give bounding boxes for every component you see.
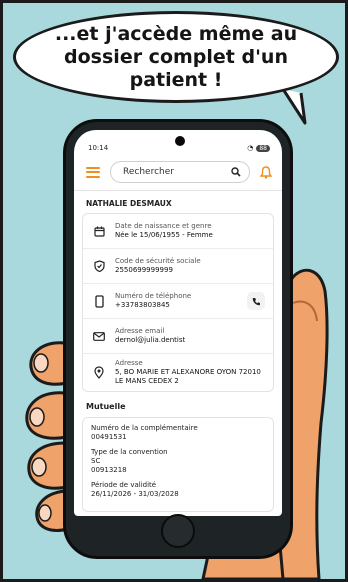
status-time: 10:14 (88, 144, 109, 152)
menu-icon[interactable] (86, 166, 100, 178)
shield-icon (93, 260, 105, 272)
call-icon (252, 297, 260, 305)
patient-name: NATHALIE DESMAUX (86, 199, 172, 208)
birth-info-row: Date de naissance et genre Née le 15/06/… (83, 214, 273, 249)
location-pin-icon (94, 366, 104, 379)
search-placeholder: Rechercher (123, 167, 174, 177)
social-security-value: 2550699999999 (115, 266, 173, 274)
phone-screen: 10:14 ◔ 88 Rechercher NATHALIE DESMAUX D… (74, 130, 282, 516)
validity-label: Période de validité (91, 481, 157, 489)
email-icon (93, 331, 105, 341)
address-value-line1: 5, BO MARIE ET ALEXANORE OYON 72010 (115, 368, 261, 376)
bell-icon[interactable] (260, 165, 272, 179)
email-row: Adresse email dernol@julia.dentist (83, 319, 273, 354)
smartphone: 10:14 ◔ 88 Rechercher NATHALIE DESMAUX D… (63, 119, 293, 559)
calendar-icon (93, 226, 105, 237)
speech-caption: ...et j'accède même au dossier complet d… (54, 22, 298, 91)
mutuelle-title: Mutuelle (86, 402, 126, 411)
birth-value: Née le 15/06/1955 - Femme (115, 231, 213, 239)
search-icon[interactable] (231, 167, 241, 177)
status-indicators: ◔ 88 (247, 144, 270, 152)
comic-panel: ...et j'accède même au dossier complet d… (0, 0, 348, 582)
home-button[interactable] (161, 514, 195, 548)
phone-value: +33783803845 (115, 301, 170, 309)
social-security-label: Code de sécurité sociale (115, 257, 201, 265)
address-label: Adresse (115, 359, 143, 367)
mobile-phone-icon (94, 294, 104, 308)
convention-code: 00913218 (91, 466, 127, 474)
email-value: dernol@julia.dentist (115, 336, 186, 344)
complementary-value: 00491531 (91, 433, 127, 441)
validity-value: 26/11/2026 - 31/03/2028 (91, 490, 179, 498)
speech-bubble-tail (281, 89, 307, 125)
wifi-icon: ◔ (247, 144, 254, 152)
social-security-row: Code de sécurité sociale 2550699999999 (83, 249, 273, 284)
phone-number-row: Numéro de téléphone +33783803845 (83, 284, 273, 319)
address-value-line2: LE MANS CEDEX 2 (115, 377, 179, 385)
mutuelle-card: Numéro de la complémentaire 00491531 Typ… (82, 417, 274, 512)
phone-label: Numéro de téléphone (115, 292, 192, 300)
speech-bubble: ...et j'accède même au dossier complet d… (13, 11, 339, 103)
patient-info-card: Date de naissance et genre Née le 15/06/… (82, 213, 274, 392)
email-label: Adresse email (115, 327, 165, 335)
address-row: Adresse 5, BO MARIE ET ALEXANORE OYON 72… (83, 354, 273, 391)
app-header: Rechercher (74, 154, 282, 191)
call-button[interactable] (247, 292, 265, 310)
battery-icon: 88 (256, 144, 270, 152)
complementary-label: Numéro de la complémentaire (91, 424, 198, 432)
birth-label: Date de naissance et genre (115, 222, 212, 230)
convention-value: SC (91, 457, 101, 465)
front-camera (175, 136, 185, 146)
search-input[interactable]: Rechercher (110, 161, 250, 183)
convention-label: Type de la convention (91, 448, 168, 456)
